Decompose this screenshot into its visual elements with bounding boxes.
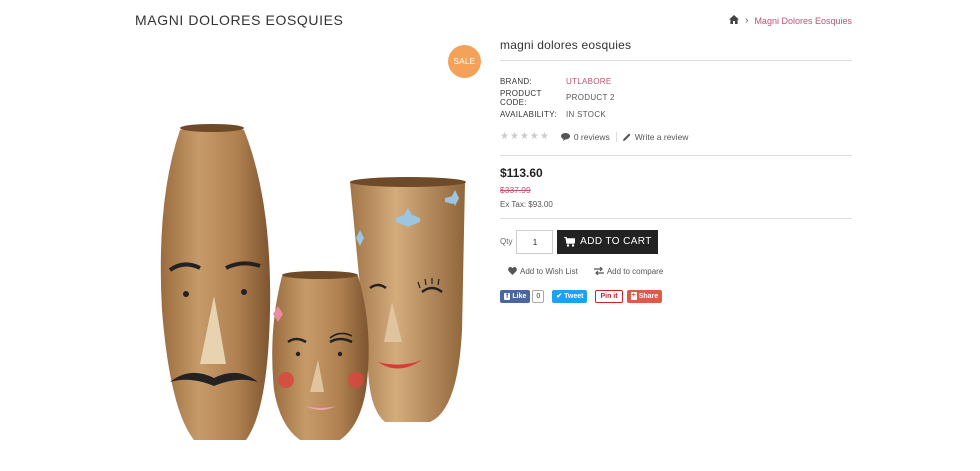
facebook-like-button[interactable]: f Like: [500, 289, 531, 303]
add-to-wishlist-link[interactable]: Add to Wish List: [508, 267, 578, 276]
star-icon: ★: [500, 131, 509, 142]
breadcrumb-current[interactable]: Magni Dolores Eosquies: [754, 16, 852, 26]
add-to-cart-button[interactable]: ADD TO CART: [557, 229, 659, 254]
spec-product-code: PRODUCT CODE: PRODUCT 2: [500, 88, 852, 107]
star-icon: ★: [539, 131, 549, 142]
share-button[interactable]: + Share: [626, 289, 663, 303]
qty-input[interactable]: [516, 229, 554, 254]
write-review-link[interactable]: Write a review: [622, 131, 689, 142]
reviews-link[interactable]: 0 reviews: [560, 131, 617, 142]
star-icon: ★: [529, 131, 539, 142]
social-share-row: f Like 0 ✔ Tweet Pin it + Share: [500, 289, 852, 303]
home-icon[interactable]: [729, 15, 740, 26]
spec-value: PRODUCT 2: [566, 93, 615, 103]
product-specs: BRAND: UTLABORE PRODUCT CODE: PRODUCT 2 …: [500, 73, 852, 123]
spec-label: BRAND:: [500, 76, 533, 86]
wishlist-label: Add to Wish List: [520, 266, 578, 276]
spec-value: IN STOCK: [566, 109, 607, 119]
compare-icon: [593, 267, 604, 275]
rating-row: ★ ★ ★ ★ ★ 0 reviews Write a review: [500, 129, 852, 145]
spec-availability: AVAILABILITY: IN STOCK: [500, 106, 852, 123]
divider: [500, 217, 852, 219]
product-image[interactable]: [140, 110, 480, 450]
like-count: 0: [532, 289, 545, 303]
wish-compare-row: Add to Wish List Add to compare: [508, 267, 852, 276]
price-ex-tax: Ex Tax: $93.00: [500, 199, 553, 209]
facebook-icon: f: [504, 292, 511, 300]
qty-label: Qty: [500, 237, 513, 246]
add-to-cart-label: ADD TO CART: [580, 236, 652, 247]
pinterest-button[interactable]: Pin it: [595, 289, 623, 303]
divider: [500, 60, 852, 61]
write-review-label: Write a review: [634, 131, 689, 142]
product-info: magni dolores eosquies BRAND: UTLABORE P…: [500, 38, 852, 303]
reviews-label: 0 reviews: [573, 131, 610, 142]
tweet-label: Tweet: [564, 292, 584, 300]
breadcrumb-separator: ›: [745, 15, 749, 26]
share-label: Share: [638, 292, 659, 300]
star-icon: ★: [519, 131, 529, 142]
compare-label: Add to compare: [606, 266, 664, 276]
breadcrumb: › Magni Dolores Eosquies: [729, 15, 852, 26]
tweet-button[interactable]: ✔ Tweet: [552, 289, 588, 303]
price-block: $113.60 $337.99 Ex Tax: $93.00: [500, 166, 852, 209]
star-icon: ★: [509, 131, 519, 142]
add-to-cart-row: Qty ADD TO CART: [500, 229, 852, 254]
heart-icon: [508, 267, 517, 275]
page-title: MAGNI DOLORES EOSQUIES: [135, 12, 344, 28]
comment-icon: [560, 132, 570, 141]
spec-label: AVAILABILITY:: [500, 109, 557, 119]
spec-brand: BRAND: UTLABORE: [500, 73, 852, 90]
pencil-icon: [622, 133, 631, 141]
like-label: Like: [512, 292, 527, 300]
plus-icon: +: [630, 292, 637, 300]
divider: [500, 154, 852, 156]
price-old: $337.99: [500, 184, 531, 195]
cart-icon: [564, 236, 576, 247]
brand-link[interactable]: UTLABORE: [566, 77, 612, 86]
sale-badge: SALE: [448, 45, 481, 78]
price-current: $113.60: [500, 165, 543, 180]
add-to-compare-link[interactable]: Add to compare: [593, 266, 664, 276]
twitter-icon: ✔: [556, 293, 563, 300]
spec-label: PRODUCT CODE:: [500, 88, 542, 107]
star-rating: ★ ★ ★ ★ ★: [500, 131, 549, 142]
product-name: magni dolores eosquies: [500, 38, 632, 52]
